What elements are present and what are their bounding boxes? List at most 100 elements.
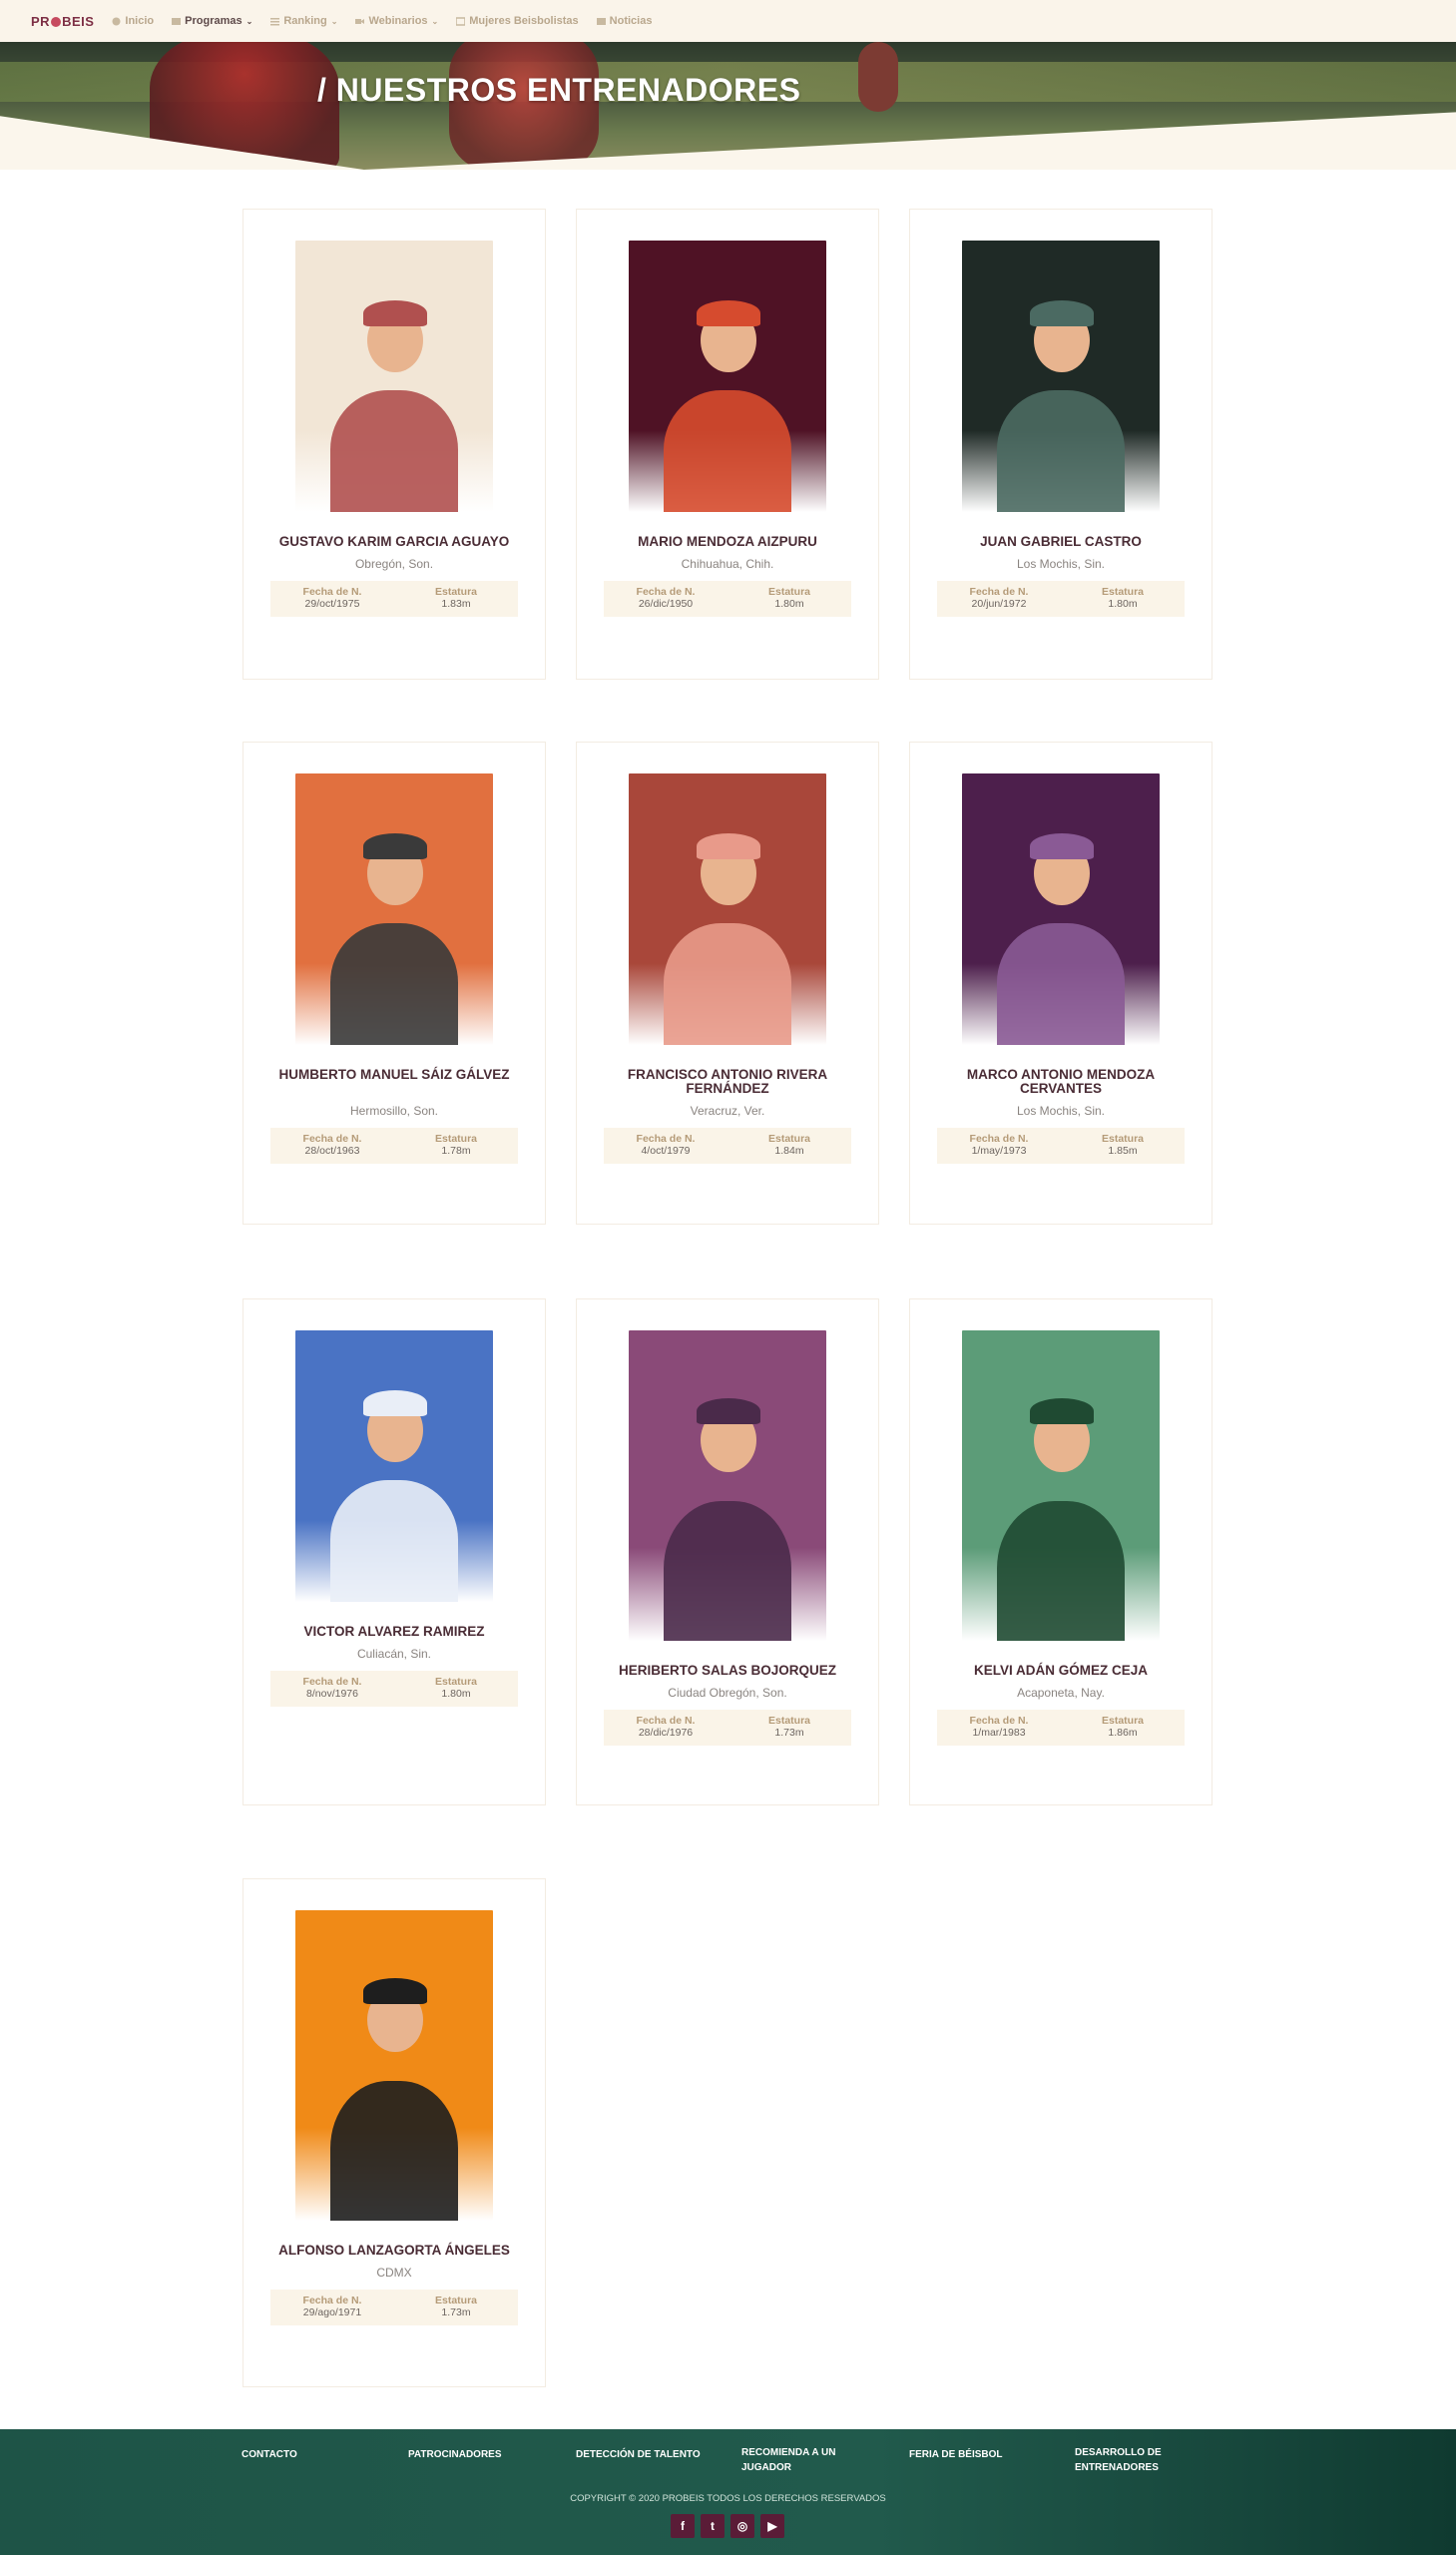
birth-value: 20/jun/1972 <box>971 598 1027 610</box>
nav-item-webinarios[interactable]: Webinarios ⌄ <box>355 15 438 27</box>
birth-column: Fecha de N. 29/oct/1975 <box>270 581 394 617</box>
coach-portrait <box>295 241 493 512</box>
height-label: Estatura <box>767 1133 810 1145</box>
chevron-down-icon: ⌄ <box>245 16 253 26</box>
instagram-icon[interactable]: ◎ <box>730 2514 754 2538</box>
height-value: 1.73m <box>441 2306 471 2318</box>
chevron-down-icon: ⌄ <box>330 16 338 26</box>
nav-item-ranking[interactable]: Ranking ⌄ <box>270 15 337 27</box>
birth-value: 4/oct/1979 <box>641 1145 691 1157</box>
nav-item-noticias[interactable]: Noticias <box>596 15 652 27</box>
height-value: 1.73m <box>774 1727 804 1739</box>
height-label: Estatura <box>1101 1133 1144 1145</box>
coach-city: Los Mochis, Sin. <box>1016 1104 1106 1118</box>
coach-portrait <box>629 241 826 512</box>
nav-item-programas[interactable]: Programas ⌄ <box>172 15 252 27</box>
coach-card[interactable]: MARIO MENDOZA AIZPURU Chihuahua, Chih. Fec… <box>576 209 879 680</box>
height-label: Estatura <box>1101 1715 1144 1727</box>
height-column: Estatura 1.80m <box>1061 581 1185 617</box>
copyright-text: COPYRIGHT © 2020 PROBEIS TODOS LOS DEREC… <box>570 2493 886 2504</box>
nav-item-inicio[interactable]: Inicio <box>112 15 154 27</box>
birth-value: 28/oct/1963 <box>304 1145 360 1157</box>
coach-city: Hermosillo, Son. <box>349 1104 439 1118</box>
hero-player-figure <box>858 42 898 112</box>
coach-card[interactable]: KELVI ADÁN GÓMEZ CEJA Acaponeta, Nay. Fech… <box>909 1298 1213 1805</box>
twitter-icon[interactable]: t <box>701 2514 725 2538</box>
birth-value: 29/ago/1971 <box>302 2306 362 2318</box>
coach-name: GUSTAVO KARIM GARCIA AGUAYO <box>278 534 510 549</box>
book-icon <box>172 17 182 26</box>
coach-card[interactable]: MARCO ANTONIO MENDOZA CERVANTES Los Mochi… <box>909 742 1213 1225</box>
coach-stats-box: Fecha de N. 28/dic/1976 Estatura 1.73m <box>604 1710 851 1746</box>
height-column: Estatura 1.85m <box>1061 1128 1185 1164</box>
probeis-logo[interactable]: PR BEIS <box>31 14 94 29</box>
coach-card[interactable]: HERIBERTO SALAS BOJORQUEZ Ciudad Obregón,… <box>576 1298 879 1805</box>
height-label: Estatura <box>1101 586 1144 598</box>
coach-card[interactable]: FRANCISCO ANTONIO RIVERA FERNÁNDEZ Veracr… <box>576 742 879 1225</box>
coach-city: Ciudad Obregón, Son. <box>668 1686 787 1700</box>
coach-city: Chihuahua, Chih. <box>681 557 774 571</box>
birth-column: Fecha de N. 29/ago/1971 <box>270 2290 394 2325</box>
nav-item-mujeres[interactable]: Mujeres Beisbolistas <box>455 15 579 27</box>
coach-city: Los Mochis, Sin. <box>1016 557 1106 571</box>
page-title: / NUESTROS ENTRENADORES <box>317 72 801 108</box>
birth-value: 26/dic/1950 <box>638 598 694 610</box>
birth-column: Fecha de N. 1/may/1973 <box>937 1128 1061 1164</box>
footer-link-contacto[interactable]: CONTACTO <box>242 2447 351 2462</box>
hero-banner: / NUESTROS ENTRENADORES <box>0 42 1456 170</box>
birth-column: Fecha de N. 26/dic/1950 <box>604 581 728 617</box>
height-column: Estatura 1.83m <box>394 581 518 617</box>
coach-stats-box: Fecha de N. 29/ago/1971 Estatura 1.73m <box>270 2290 518 2325</box>
height-value: 1.85m <box>1108 1145 1138 1157</box>
footer-link-feria[interactable]: FERIA DE BÉISBOL <box>909 2447 1029 2462</box>
id-card-icon <box>455 16 466 26</box>
coach-portrait <box>629 773 826 1045</box>
height-value: 1.80m <box>441 1688 471 1700</box>
birth-column: Fecha de N. 28/oct/1963 <box>270 1128 394 1164</box>
coach-card[interactable]: JUAN GABRIEL CASTRO Los Mochis, Sin. Fecha… <box>909 209 1213 680</box>
coach-stats-box: Fecha de N. 8/nov/1976 Estatura 1.80m <box>270 1671 518 1707</box>
facebook-icon[interactable]: f <box>671 2514 695 2538</box>
coach-card[interactable]: ALFONSO LANZAGORTA ÁNGELES CDMX Fecha de N… <box>243 1878 546 2387</box>
coach-name: KELVI ADÁN GÓMEZ CEJA <box>973 1663 1148 1678</box>
footer-link-patrocinadores[interactable]: PATROCINADORES <box>408 2447 528 2462</box>
birth-label: Fecha de N. <box>302 1676 362 1688</box>
coach-name: MARCO ANTONIO MENDOZA CERVANTES <box>966 1067 1156 1096</box>
coach-card[interactable]: VICTOR ALVAREZ RAMIREZ Culiacán, Sin. Fech… <box>243 1298 546 1805</box>
top-nav: PR BEIS Inicio Programas ⌄ Ranking ⌄ Webi… <box>0 0 1456 42</box>
footer-link-deteccion[interactable]: DETECCIÓN DE TALENTO <box>576 2447 706 2462</box>
coach-card[interactable]: HUMBERTO MANUEL SÁIZ GÁLVEZ Hermosillo, S… <box>243 742 546 1225</box>
coach-name: MARIO MENDOZA AIZPURU <box>638 534 817 549</box>
footer-link-desarrollo[interactable]: DESARROLLO DE ENTRENADORES <box>1075 2445 1175 2475</box>
coach-portrait <box>295 773 493 1045</box>
coach-name: FRANCISCO ANTONIO RIVERA FERNÁNDEZ <box>627 1067 828 1096</box>
height-value: 1.84m <box>774 1145 804 1157</box>
birth-label: Fecha de N. <box>969 1715 1029 1727</box>
height-label: Estatura <box>434 1676 477 1688</box>
coach-stats-box: Fecha de N. 1/mar/1983 Estatura 1.86m <box>937 1710 1185 1746</box>
coach-card[interactable]: GUSTAVO KARIM GARCIA AGUAYO Obregón, Son.… <box>243 209 546 680</box>
newspaper-icon <box>596 17 606 26</box>
birth-column: Fecha de N. 1/mar/1983 <box>937 1710 1061 1746</box>
coach-name: ALFONSO LANZAGORTA ÁNGELES <box>278 2243 510 2258</box>
height-value: 1.86m <box>1108 1727 1138 1739</box>
birth-label: Fecha de N. <box>969 1133 1029 1145</box>
birth-label: Fecha de N. <box>969 586 1029 598</box>
height-label: Estatura <box>434 1133 477 1145</box>
coach-stats-box: Fecha de N. 29/oct/1975 Estatura 1.83m <box>270 581 518 617</box>
coach-stats-box: Fecha de N. 1/may/1973 Estatura 1.85m <box>937 1128 1185 1164</box>
list-icon <box>270 17 280 26</box>
coach-city: Culiacán, Sin. <box>356 1647 432 1661</box>
video-icon <box>355 17 365 26</box>
coach-stats-box: Fecha de N. 28/oct/1963 Estatura 1.78m <box>270 1128 518 1164</box>
footer-link-recomienda[interactable]: RECOMIENDA A UN JUGADOR <box>741 2445 851 2475</box>
height-label: Estatura <box>434 586 477 598</box>
height-value: 1.80m <box>774 598 804 610</box>
youtube-icon[interactable]: ▶ <box>760 2514 784 2538</box>
height-column: Estatura 1.86m <box>1061 1710 1185 1746</box>
birth-column: Fecha de N. 4/oct/1979 <box>604 1128 728 1164</box>
coach-name: VICTOR ALVAREZ RAMIREZ <box>303 1624 485 1639</box>
birth-column: Fecha de N. 8/nov/1976 <box>270 1671 394 1707</box>
coach-name: HERIBERTO SALAS BOJORQUEZ <box>618 1663 837 1678</box>
height-value: 1.80m <box>1108 598 1138 610</box>
